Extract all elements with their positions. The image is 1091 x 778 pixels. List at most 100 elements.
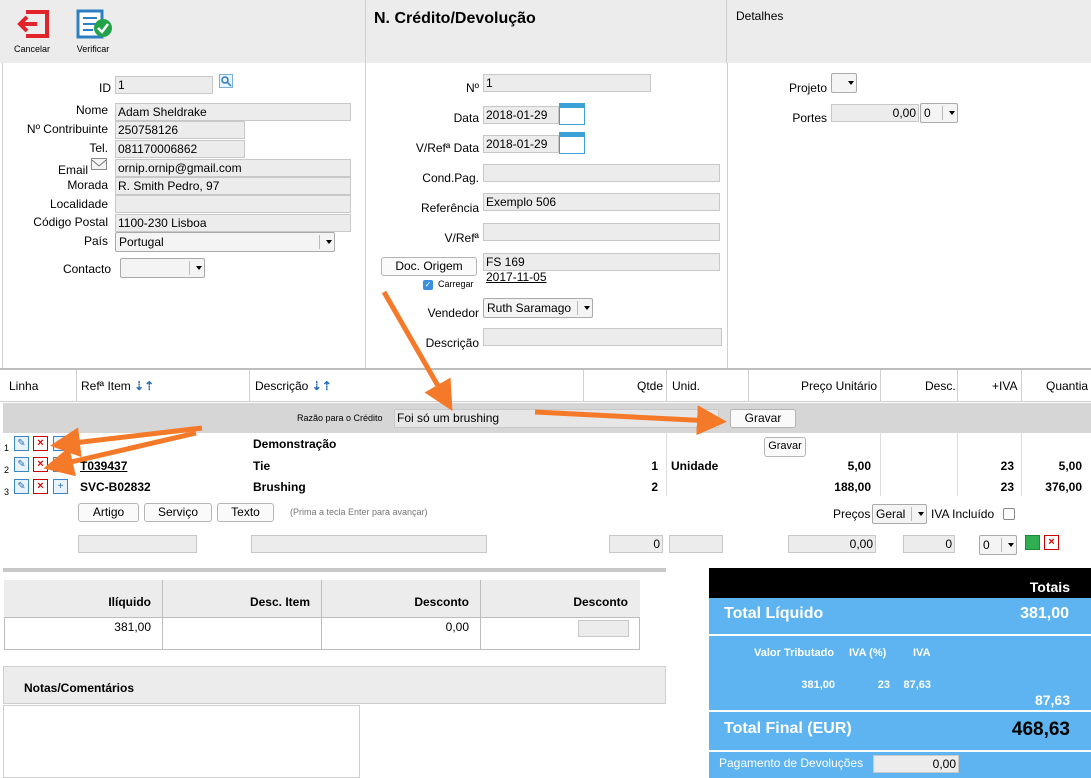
taxed-value: 381,00 [801,679,835,691]
vref-field[interactable] [483,223,720,241]
enter-hint: (Prima a tecla Enter para avançar) [290,507,428,517]
origin-doc-button[interactable]: Doc. Origem [381,257,477,276]
cancel-icon [16,10,49,38]
taxed-label: Valor Tributado [754,647,835,659]
save-row-button[interactable]: Gravar [764,437,806,457]
date-field[interactable]: 2018-01-29 [483,106,559,124]
date-label: Data [453,111,479,125]
edit-icon[interactable]: ✎ [14,479,29,494]
notes-title: Notas/Comentários [24,681,135,695]
add-article-button[interactable]: Artigo [78,503,139,522]
add-service-button[interactable]: Serviço [144,503,212,522]
sort-desc-icon[interactable]: ⇣ [134,379,144,393]
new-vat-value: 0 [983,538,990,552]
seller-select[interactable]: Ruth Saramago [483,298,593,318]
prices-value: Geral [876,507,906,521]
new-unit-field[interactable] [669,535,723,553]
envelope-icon[interactable] [91,158,107,170]
sort-asc-icon[interactable]: ⇡ [144,379,154,393]
row-desc: Brushing [253,480,306,494]
search-icon[interactable] [219,74,233,88]
vat-included-checkbox[interactable] [1003,508,1015,520]
country-label: País [83,234,108,248]
new-ref-field[interactable] [78,535,197,553]
add-icon[interactable]: + [53,479,68,494]
net-total-value: 381,00 [1020,605,1069,622]
reason-field[interactable]: Foi só um brushing [394,409,719,428]
load-checkbox[interactable]: ✓ [423,280,433,290]
delete-icon[interactable]: × [33,479,48,494]
nif-field[interactable]: 250758126 [115,121,245,139]
add-text-button[interactable]: Texto [217,503,274,522]
save-reason-button[interactable]: Gravar [730,409,796,428]
vat-pct-value: 23 [877,679,890,691]
calendar-icon[interactable] [559,132,585,154]
refund-field[interactable]: 0,00 [873,755,959,773]
prices-select[interactable]: Geral [872,504,927,524]
project-select[interactable] [831,73,857,93]
add-icon[interactable]: + [53,457,68,472]
postal-field[interactable]: 1100-230 Lisboa [115,214,351,232]
sort-asc-icon[interactable]: ⇡ [322,379,332,393]
ref-field[interactable]: Exemplo 506 [483,193,720,211]
vref-date-field[interactable]: 2018-01-29 [483,135,559,153]
edit-icon[interactable]: ✎ [14,457,29,472]
delete-icon[interactable]: × [33,457,48,472]
portes-select[interactable]: 0 [920,103,958,123]
verify-button[interactable]: Verificar [70,8,116,58]
row-number: 3 [4,487,10,497]
col-amount: Quantia [1046,379,1089,393]
desc-label: Descrição [425,336,479,350]
new-vat-select[interactable]: 0 [979,535,1017,555]
new-desc-field[interactable] [251,535,487,553]
tel-field[interactable]: 081170006862 [115,140,245,158]
vat-total-value: 87,63 [1034,692,1070,708]
discount2-header: Desconto [573,595,628,609]
cond-field[interactable] [483,164,720,182]
number-field[interactable]: 1 [483,74,651,92]
cancel-button[interactable]: Cancelar [10,8,54,58]
row-desc: Demonstração [253,437,337,451]
discount2-field[interactable] [578,620,629,637]
locality-field[interactable] [115,195,351,213]
edit-icon[interactable]: ✎ [14,436,29,451]
calendar-icon[interactable] [559,103,585,125]
notes-textarea[interactable] [3,705,360,778]
name-label: Nome [75,103,108,117]
contact-select[interactable] [120,258,205,278]
new-price-field[interactable]: 0,00 [788,535,876,553]
email-field[interactable]: ornip.ornip@gmail.com [115,159,351,177]
verify-label: Verificar [76,44,110,54]
row-ref[interactable]: T039437 [80,459,127,473]
country-select[interactable]: Portugal [115,232,335,252]
nif-label: Nº Contribuinte [26,122,108,136]
add-icon[interactable]: + [53,436,68,451]
origin-doc-field[interactable]: FS 169 [483,253,720,271]
contact-label: Contacto [62,262,111,276]
item-disc-header: Desc. Item [249,595,310,609]
col-qty: Qtde [637,379,664,393]
new-qty-field[interactable]: 0 [609,535,663,553]
portes-field[interactable]: 0,00 [831,104,919,122]
row-ref[interactable]: SVC-B02832 [80,480,151,494]
net-total-label: Total Líquido [724,605,824,622]
discount-value: 0,00 [445,620,469,634]
client-id-field[interactable]: 1 [115,76,213,94]
address-field[interactable]: R. Smith Pedro, 97 [115,177,351,195]
postal-label: Código Postal [33,215,108,229]
seller-label: Vendedor [427,306,479,320]
col-ref[interactable]: Refª Item ⇣⇡ [81,370,154,402]
clear-line-icon[interactable]: × [1044,535,1059,550]
page-title: N. Crédito/Devolução [374,10,536,27]
sort-desc-icon[interactable]: ⇣ [312,379,322,393]
portes-label: Portes [792,111,827,125]
desc-field[interactable] [483,328,722,346]
confirm-line-icon[interactable] [1025,535,1040,550]
reason-label: Razão para o Crédito [297,413,383,423]
col-desc[interactable]: Descrição ⇣⇡ [255,370,332,402]
portes-select-value: 0 [924,106,931,120]
name-field[interactable]: Adam Sheldrake [115,103,351,121]
new-discount-field[interactable]: 0 [903,535,955,553]
delete-icon[interactable]: × [33,436,48,451]
illiquid-value: 381,00 [114,620,151,634]
